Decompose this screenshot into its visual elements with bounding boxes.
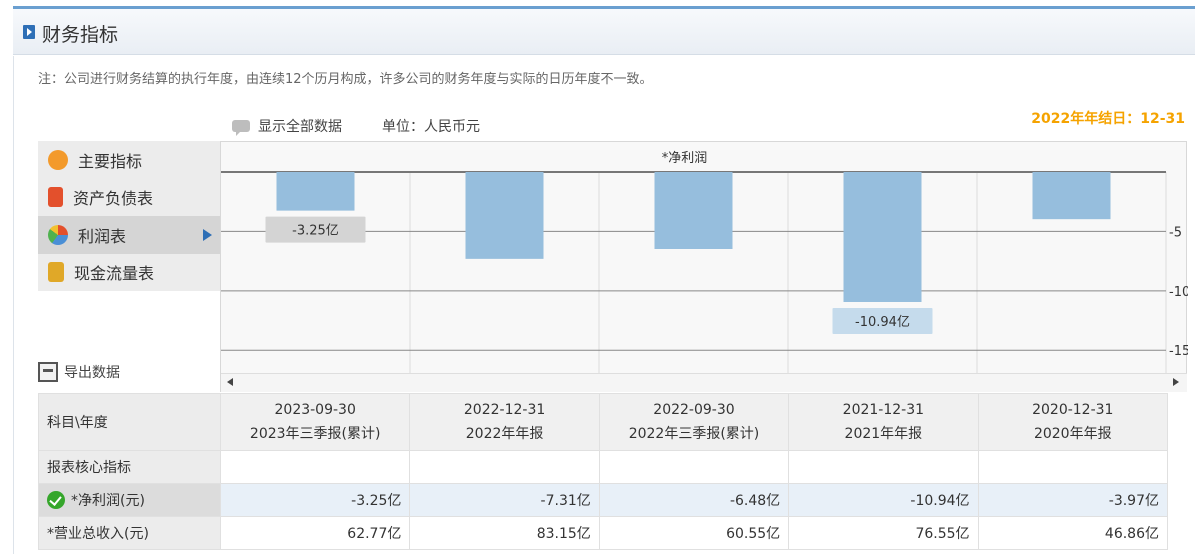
table-row-revenue[interactable]: *营业总收入(元) 62.77亿 83.15亿 60.55亿 76.55亿 46… [38,516,1169,550]
table-cell: -3.97亿 [977,483,1169,517]
export-label: 导出数据 [64,365,120,381]
table-cell: -3.25亿 [219,483,411,517]
sidebar-item-label: 利润表 [78,226,127,246]
show-all-label: 显示全部数据 [258,119,342,135]
table-cell [598,450,790,484]
document-icon [48,187,63,208]
sidebar-item-cash-flow[interactable]: 现金流量表 [38,254,220,292]
row-label[interactable]: *营业总收入(元) [38,516,221,550]
bar [1032,172,1111,220]
bar [465,172,544,259]
table-cell: 60.55亿 [598,516,790,550]
table-cell: 76.55亿 [788,516,979,550]
column-period: 2021年年报 [844,426,923,442]
table-cell: 46.86亿 [977,516,1169,550]
table-cell [977,450,1169,484]
y-tick-label: -5 [1169,225,1182,240]
bar [276,172,355,211]
column-header[interactable]: 2022-09-30 2022年三季报(累计) [598,393,790,451]
table-cell: -10.94亿 [788,483,979,517]
year-end-date: 2022年年结日：12-31 [1031,111,1185,127]
column-date: 2021-12-31 [842,402,925,418]
table-cell: -6.48亿 [598,483,790,517]
column-header[interactable]: 2023-09-30 2023年三季报(累计) [219,393,411,451]
column-period: 2023年三季报(累计) [249,426,381,442]
table-cell [219,450,411,484]
column-date: 2022-09-30 [653,402,735,418]
column-header[interactable]: 2022-12-31 2022年年报 [409,393,600,451]
chart-canvas: *净利润 -5 -10 -15 -3.25亿 -10.94亿 [221,151,1188,374]
export-data-button[interactable]: 导出数据 [38,362,120,382]
sidebar-item-label: 资产负债表 [73,189,154,209]
column-period: 2022年年报 [465,426,544,442]
table-corner-header: 科目\年度 [38,393,221,451]
section-header: 财务指标 [13,9,1195,55]
sidebar-item-balance-sheet[interactable]: 资产负债表 [38,179,220,217]
column-date: 2020-12-31 [1032,402,1114,418]
table-header-row: 科目\年度 2023-09-30 2023年三季报(累计) 2022-12-31 2… [38,393,1169,451]
financial-table: 科目\年度 2023-09-30 2023年三季报(累计) 2022-12-31 2… [38,393,1169,550]
show-all-data-toggle[interactable]: 显示全部数据 [232,116,342,136]
pie-chart-icon [48,224,68,245]
table-cell: 83.15亿 [409,516,600,550]
column-header[interactable]: 2020-12-31 2020年年报 [977,393,1169,451]
chart-title: *净利润 [662,151,708,166]
arrow-right-icon [23,25,35,39]
coins-icon [48,262,64,283]
sidebar-item-label: 主要指标 [78,151,143,171]
gear-icon [48,149,68,170]
sidebar-item-label: 现金流量表 [74,264,155,284]
bar [843,172,922,302]
sidebar-item-income-statement[interactable]: 利润表 [38,216,220,254]
section-title: 财务指标 [42,24,119,46]
fiscal-year-note: 注：公司进行财务结算的执行年度，由连续12个历月构成，许多公司的财务年度与实际的… [38,72,653,87]
scroll-left-icon[interactable] [227,378,233,386]
export-icon [38,362,58,382]
table-cell [409,450,600,484]
sidebar-item-main-indicators[interactable]: 主要指标 [38,141,220,179]
net-profit-chart: *净利润 -5 -10 -15 -3.25亿 -10.94亿 [220,141,1188,392]
data-label: -3.25亿 [292,224,339,239]
unit-label: 单位：人民币元 [382,119,480,135]
table-section-row: 报表核心指标 [38,450,1169,484]
row-label-text: *净利润(元) [71,493,145,509]
chevron-right-icon [203,229,212,241]
section-label: 报表核心指标 [38,450,221,484]
speech-bubble-icon [232,120,250,136]
statement-sidebar: 主要指标 资产负债表 利润表 现金流量表 [38,141,220,291]
bar [654,172,733,249]
y-tick-label: -10 [1169,285,1188,300]
column-date: 2022-12-31 [463,402,546,418]
chart-scrollbar[interactable] [221,373,1187,392]
column-date: 2023-09-30 [274,402,356,418]
table-cell: 62.77亿 [219,516,411,550]
check-icon [47,491,65,509]
table-cell [788,450,979,484]
row-label[interactable]: *净利润(元) [38,483,221,517]
table-cell: -7.31亿 [409,483,600,517]
table-row-net-profit[interactable]: *净利润(元) -3.25亿 -7.31亿 -6.48亿 -10.94亿 -3.… [38,483,1169,517]
data-label: -10.94亿 [855,315,910,330]
column-period: 2020年年报 [1033,426,1112,442]
column-header[interactable]: 2021-12-31 2021年年报 [788,393,979,451]
scroll-right-icon[interactable] [1173,378,1179,386]
column-period: 2022年三季报(累计) [628,426,760,442]
y-tick-label: -15 [1169,344,1188,359]
